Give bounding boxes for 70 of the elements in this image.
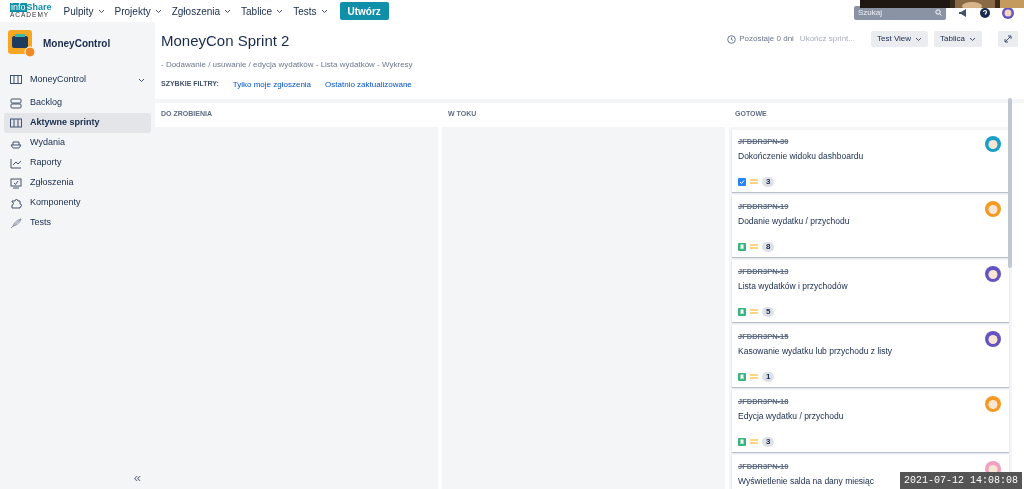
collapse-button[interactable]: «	[133, 467, 141, 487]
board-switcher[interactable]: MoneyControl	[30, 73, 130, 87]
chevron-icon[interactable]	[276, 8, 284, 14]
chevron-icon[interactable]	[915, 36, 923, 42]
nav-menu[interactable]: Tablice	[241, 3, 273, 19]
priority-icon	[750, 439, 758, 444]
checkbox-icon	[738, 177, 746, 186]
chevron-icon[interactable]	[97, 8, 105, 14]
chevron-icon[interactable]	[138, 77, 145, 83]
nav-menu[interactable]: Zgłoszenia	[171, 3, 221, 19]
estimate-badge: 5	[762, 306, 775, 317]
priority-icon	[750, 179, 758, 184]
chevron-icon[interactable]	[969, 36, 976, 42]
board-dropdown[interactable]: Tablica	[934, 31, 982, 47]
avatar-icon	[985, 265, 1001, 282]
bookmark-icon	[738, 372, 746, 381]
nav-menu[interactable]: Pulpity	[63, 3, 94, 19]
board-icon	[10, 75, 22, 85]
chevron-icon[interactable]	[154, 8, 162, 14]
epic-list: - Dodawanie / usuwanie / edycja wydatków - Lista wydatków - Wykresy	[161, 58, 413, 71]
priority-icon	[750, 374, 758, 379]
timestamp-toast: 2021-07-12 14:08:08	[899, 472, 1022, 489]
megaphone-icon[interactable]	[958, 7, 968, 18]
issue-summary: Dokończenie widoku dashboardu	[738, 149, 864, 163]
puzzle-icon	[10, 197, 22, 209]
avatar-icon	[985, 135, 1001, 152]
issue-summary: Dodanie wydatku / przychodu	[738, 214, 850, 228]
project-name: MoneyControl	[43, 37, 111, 51]
issue-summary: Lista wydatków i przychodów	[738, 279, 848, 293]
sidebar-item[interactable]: Wydania	[4, 133, 151, 153]
help-icon[interactable]	[980, 7, 990, 18]
nav-menu[interactable]: Projekty	[114, 3, 151, 19]
estimate-badge: 8	[762, 241, 775, 252]
sidebar-item[interactable]: Aktywne sprinty	[4, 113, 151, 133]
estimate-badge: 3	[762, 436, 775, 447]
priority-icon	[750, 244, 758, 249]
avatar-icon	[985, 200, 1001, 217]
sidebar-item[interactable]: Tests	[4, 213, 151, 233]
estimate-badge: 3	[762, 176, 775, 187]
estimate-badge: 1	[762, 371, 775, 382]
chart-icon	[10, 157, 22, 169]
view-dropdown[interactable]: Test View	[871, 31, 929, 47]
quick-filter-link[interactable]: Tylko moje zgłoszenia	[232, 78, 312, 91]
sidebar-item[interactable]: Komponenty	[4, 193, 151, 213]
priority-icon	[750, 309, 758, 314]
quick-filter-link[interactable]: Ostatnio zaktualizowane	[325, 78, 412, 91]
bookmark-icon	[738, 307, 746, 316]
sidebar-item[interactable]: Raporty	[4, 153, 151, 173]
chevron-icon[interactable]	[224, 8, 232, 14]
sprint-title: MoneyCon Sprint 2	[161, 31, 291, 51]
issue-summary: Edycja wydatku / przychodu	[738, 409, 844, 423]
sidebar-item[interactable]: Backlog	[4, 93, 151, 113]
clock-icon	[727, 34, 737, 44]
nav-menu[interactable]: Tests	[293, 3, 317, 19]
wallet-icon	[8, 30, 35, 57]
sidebar-item[interactable]: Zgłoszenia	[4, 173, 151, 193]
issue-summary: Wyświetlenie salda na dany miesiąc	[738, 474, 874, 488]
create-button[interactable]: Utwórz	[339, 2, 389, 20]
remaining-days: Pozostaje 0 dni	[739, 33, 794, 45]
search-icon[interactable]	[935, 8, 942, 16]
monitor-icon	[10, 177, 22, 189]
board-icon	[10, 117, 22, 129]
bookmark-icon	[738, 242, 746, 251]
backlog-icon	[10, 97, 22, 109]
avatar-icon	[985, 395, 1001, 412]
avatar-icon	[985, 330, 1001, 347]
issue-summary: Kasowanie wydatku lub przychodu z listy	[738, 344, 893, 358]
bookmark-icon	[738, 437, 746, 446]
feather-icon	[10, 217, 22, 229]
chevron-icon[interactable]	[320, 8, 328, 14]
